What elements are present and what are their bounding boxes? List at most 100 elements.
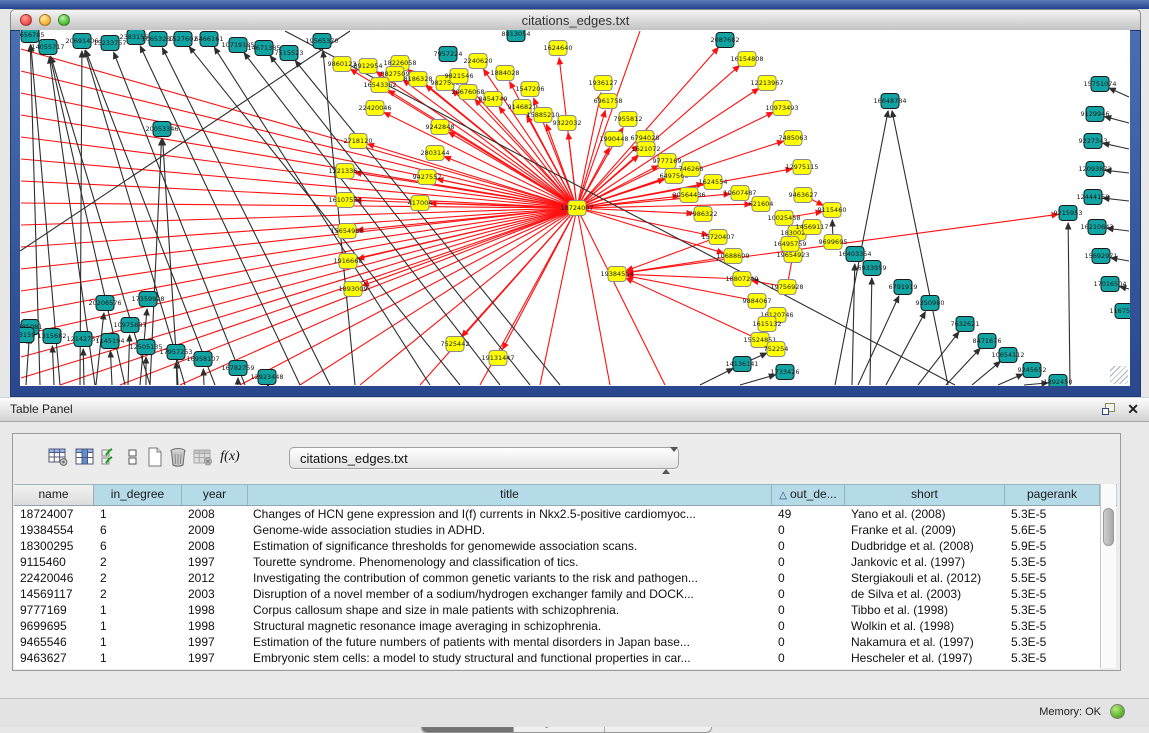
table-cell[interactable]: 0 xyxy=(772,618,845,634)
table-cell[interactable]: Estimation of significance thresholds fo… xyxy=(248,538,772,554)
table-cell[interactable]: 2008 xyxy=(182,506,248,522)
column-header-name[interactable]: name xyxy=(14,485,94,505)
table-cell[interactable]: Franke et al. (2009) xyxy=(845,522,1005,538)
table-cell[interactable]: 1998 xyxy=(182,618,248,634)
table-cell[interactable]: 0 xyxy=(772,554,845,570)
column-header-in-degree[interactable]: in_degree xyxy=(94,485,182,505)
table-cell[interactable]: 2 xyxy=(94,554,182,570)
network-view-canvas[interactable]: 1872400798601238912954182260589827509165… xyxy=(20,30,1130,386)
table-cell[interactable]: 18724007 xyxy=(14,506,94,522)
column-header-year[interactable]: year xyxy=(182,485,248,505)
table-cell[interactable]: 1 xyxy=(94,602,182,618)
table-cell[interactable]: 5.6E-5 xyxy=(1005,522,1100,538)
table-cell[interactable]: 2 xyxy=(94,570,182,586)
network-window-titlebar[interactable]: citations_edges.txt xyxy=(10,9,1141,31)
table-cell[interactable]: 1 xyxy=(94,650,182,666)
table-cell[interactable]: 0 xyxy=(772,538,845,554)
table-selector-dropdown[interactable]: citations_edges.txt xyxy=(289,447,679,469)
table-cell[interactable]: 0 xyxy=(772,634,845,650)
table-cell[interactable]: 9777169 xyxy=(14,602,94,618)
table-cell[interactable]: Disruption of a novel member of a sodium… xyxy=(248,586,772,602)
table-cell[interactable]: Wolkin et al. (1998) xyxy=(845,618,1005,634)
table-cell[interactable]: 5.3E-5 xyxy=(1005,618,1100,634)
table-cell[interactable]: 2009 xyxy=(182,522,248,538)
table-cell[interactable]: 0 xyxy=(772,586,845,602)
table-cell[interactable]: 6 xyxy=(94,538,182,554)
table-cell[interactable]: 5.9E-5 xyxy=(1005,538,1100,554)
table-cell[interactable]: 18300295 xyxy=(14,538,94,554)
vertical-scrollbar[interactable] xyxy=(1100,484,1116,668)
table-row[interactable]: 1830029562008Estimation of significance … xyxy=(14,538,1100,554)
table-cell[interactable]: Yano et al. (2008) xyxy=(845,506,1005,522)
table-row[interactable]: 1456911722003Disruption of a novel membe… xyxy=(14,586,1100,602)
delete-icon[interactable] xyxy=(166,445,190,469)
table-cell[interactable]: Investigating the contribution of common… xyxy=(248,570,772,586)
close-panel-icon[interactable]: ✕ xyxy=(1127,401,1139,417)
table-cell[interactable]: 9465546 xyxy=(14,634,94,650)
rows-icon[interactable] xyxy=(121,445,145,469)
import-table-icon[interactable] xyxy=(191,445,215,469)
table-row[interactable]: 1872400712008Changes of HCN gene express… xyxy=(14,506,1100,522)
table-row[interactable]: 977716911998Corpus callosum shape and si… xyxy=(14,602,1100,618)
table-cell[interactable]: 1997 xyxy=(182,634,248,650)
function-builder-icon[interactable]: f(x) xyxy=(218,445,242,469)
column-header-out-degree[interactable]: △out_de... xyxy=(772,485,845,505)
table-settings-icon[interactable] xyxy=(46,445,70,469)
table-cell[interactable]: 0 xyxy=(772,650,845,666)
table-row[interactable]: 969969511998Structural magnetic resonanc… xyxy=(14,618,1100,634)
float-panel-icon[interactable] xyxy=(1102,403,1115,415)
table-cell[interactable]: 1998 xyxy=(182,602,248,618)
table-cell[interactable]: 1 xyxy=(94,618,182,634)
table-cell[interactable]: 49 xyxy=(772,506,845,522)
table-row[interactable]: 1938455462009Genome-wide association stu… xyxy=(14,522,1100,538)
table-cell[interactable]: Changes of HCN gene expression and I(f) … xyxy=(248,506,772,522)
table-cell[interactable]: Tourette syndrome. Phenomenology and cla… xyxy=(248,554,772,570)
column-header-short[interactable]: short xyxy=(845,485,1005,505)
table-cell[interactable]: 0 xyxy=(772,602,845,618)
table-cell[interactable]: 5.3E-5 xyxy=(1005,586,1100,602)
table-cell[interactable]: 9463627 xyxy=(14,650,94,666)
table-cell[interactable]: 22420046 xyxy=(14,570,94,586)
table-cell[interactable]: 0 xyxy=(772,522,845,538)
table-cell[interactable]: 19384554 xyxy=(14,522,94,538)
table-cell[interactable]: 5.3E-5 xyxy=(1005,650,1100,666)
table-cell[interactable]: 2003 xyxy=(182,586,248,602)
table-cell[interactable]: Stergiakouli et al. (2012) xyxy=(845,570,1005,586)
table-cell[interactable]: 5.3E-5 xyxy=(1005,634,1100,650)
table-cell[interactable]: de Silva et al. (2003) xyxy=(845,586,1005,602)
table-cell[interactable]: 2 xyxy=(94,586,182,602)
column-header-pagerank[interactable]: pagerank xyxy=(1005,485,1100,505)
table-cell[interactable]: 5.3E-5 xyxy=(1005,554,1100,570)
table-cell[interactable]: Nakamura et al. (1997) xyxy=(845,634,1005,650)
table-cell[interactable]: 9699695 xyxy=(14,618,94,634)
table-column-icon[interactable] xyxy=(73,445,97,469)
table-row[interactable]: 911546021997Tourette syndrome. Phenomeno… xyxy=(14,554,1100,570)
table-cell[interactable]: Embryonic stem cells: a model to study s… xyxy=(248,650,772,666)
column-header-title[interactable]: title xyxy=(248,485,772,505)
table-cell[interactable]: 5.3E-5 xyxy=(1005,602,1100,618)
table-cell[interactable]: 5.3E-5 xyxy=(1005,506,1100,522)
table-cell[interactable]: 14569117 xyxy=(14,586,94,602)
table-cell[interactable]: 6 xyxy=(94,522,182,538)
window-resize-grip[interactable] xyxy=(1110,366,1128,384)
table-cell[interactable]: 9115460 xyxy=(14,554,94,570)
new-document-icon[interactable] xyxy=(143,445,167,469)
table-cell[interactable]: 1997 xyxy=(182,554,248,570)
table-cell[interactable]: 2012 xyxy=(182,570,248,586)
table-row[interactable]: 946362711997Embryonic stem cells: a mode… xyxy=(14,650,1100,666)
table-cell[interactable]: 1997 xyxy=(182,650,248,666)
scrollbar-thumb[interactable] xyxy=(1103,508,1114,546)
table-cell[interactable]: 0 xyxy=(772,570,845,586)
table-cell[interactable]: Genome-wide association studies in ADHD. xyxy=(248,522,772,538)
table-panel-header[interactable]: Table Panel ✕ xyxy=(0,397,1149,422)
table-row[interactable]: 2242004622012Investigating the contribut… xyxy=(14,570,1100,586)
table-cell[interactable]: Dudbridge et al. (2008) xyxy=(845,538,1005,554)
table-cell[interactable]: Tibbo et al. (1998) xyxy=(845,602,1005,618)
table-cell[interactable]: 2008 xyxy=(182,538,248,554)
table-row[interactable]: 946554611997Estimation of the future num… xyxy=(14,634,1100,650)
table-cell[interactable]: Jankovic et al. (1997) xyxy=(845,554,1005,570)
table-cell[interactable]: Estimation of the future numbers of pati… xyxy=(248,634,772,650)
table-cell[interactable]: Structural magnetic resonance image aver… xyxy=(248,618,772,634)
table-cell[interactable]: Corpus callosum shape and size in male p… xyxy=(248,602,772,618)
table-cell[interactable]: 1 xyxy=(94,506,182,522)
